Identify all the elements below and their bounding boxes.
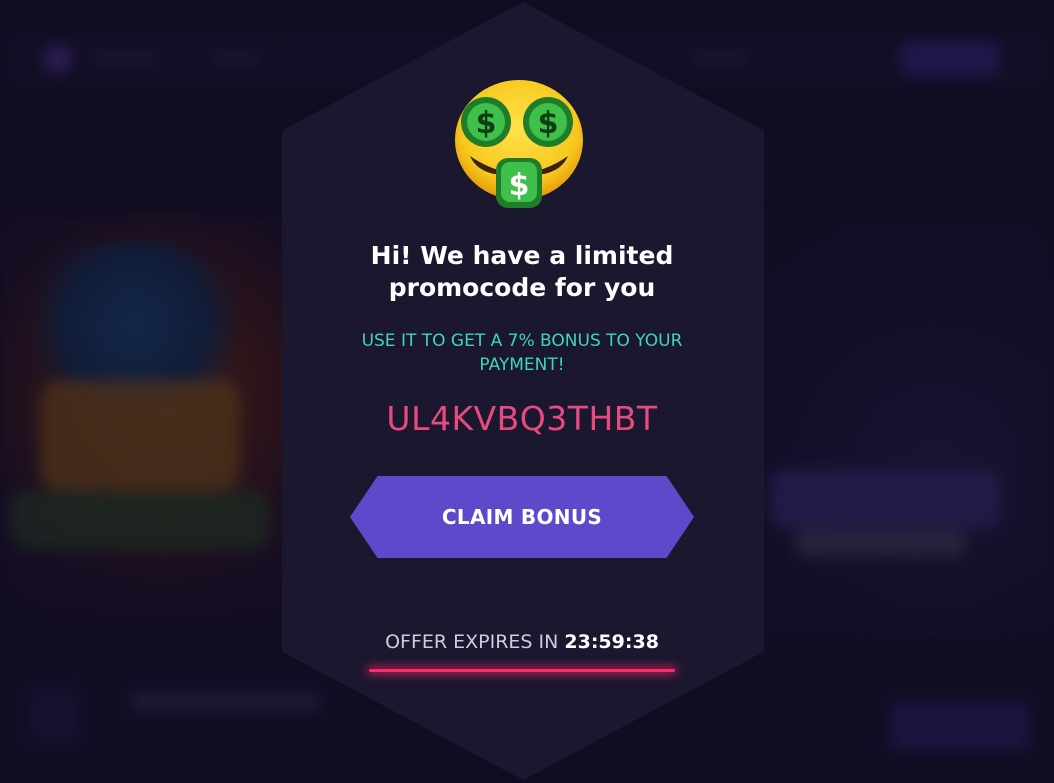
offer-expiry: OFFER EXPIRES IN 23:59:38	[322, 628, 722, 656]
svg-text:$: $	[476, 106, 497, 141]
claim-bonus-button[interactable]: CLAIM BONUS	[350, 476, 694, 558]
expires-label: OFFER EXPIRES IN	[385, 631, 559, 653]
promo-code[interactable]: UL4KVBQ3THBT	[322, 398, 722, 440]
screen: $ $ $ Hi! We have a limited promocode fo…	[0, 0, 1054, 783]
svg-text:$: $	[509, 168, 530, 203]
countdown-timer: 23:59:38	[564, 631, 659, 653]
expiry-underline	[369, 669, 675, 672]
svg-text:$: $	[538, 106, 559, 141]
promo-subtitle: USE IT TO GET A 7% BONUS TO YOUR PAYMENT…	[361, 331, 683, 375]
money-mouth-face-icon: $ $ $	[455, 80, 583, 208]
promo-title: Hi! We have a limited promocode for you	[370, 241, 674, 302]
